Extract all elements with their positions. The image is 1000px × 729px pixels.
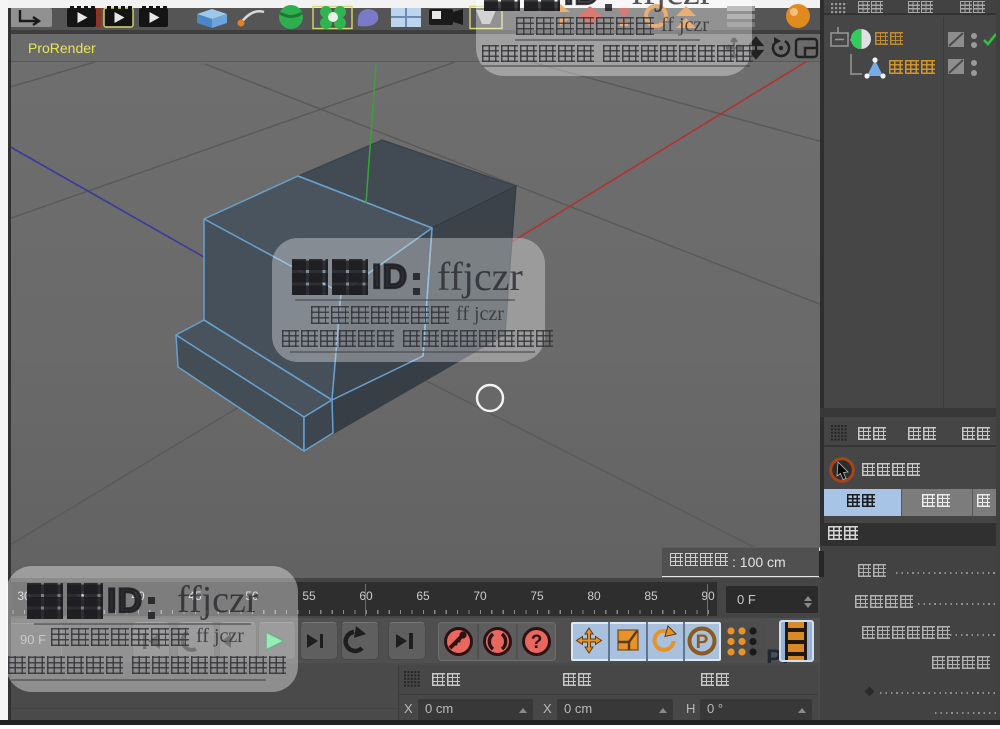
svg-text:?: ? <box>531 632 543 653</box>
svg-text:P: P <box>696 632 709 653</box>
